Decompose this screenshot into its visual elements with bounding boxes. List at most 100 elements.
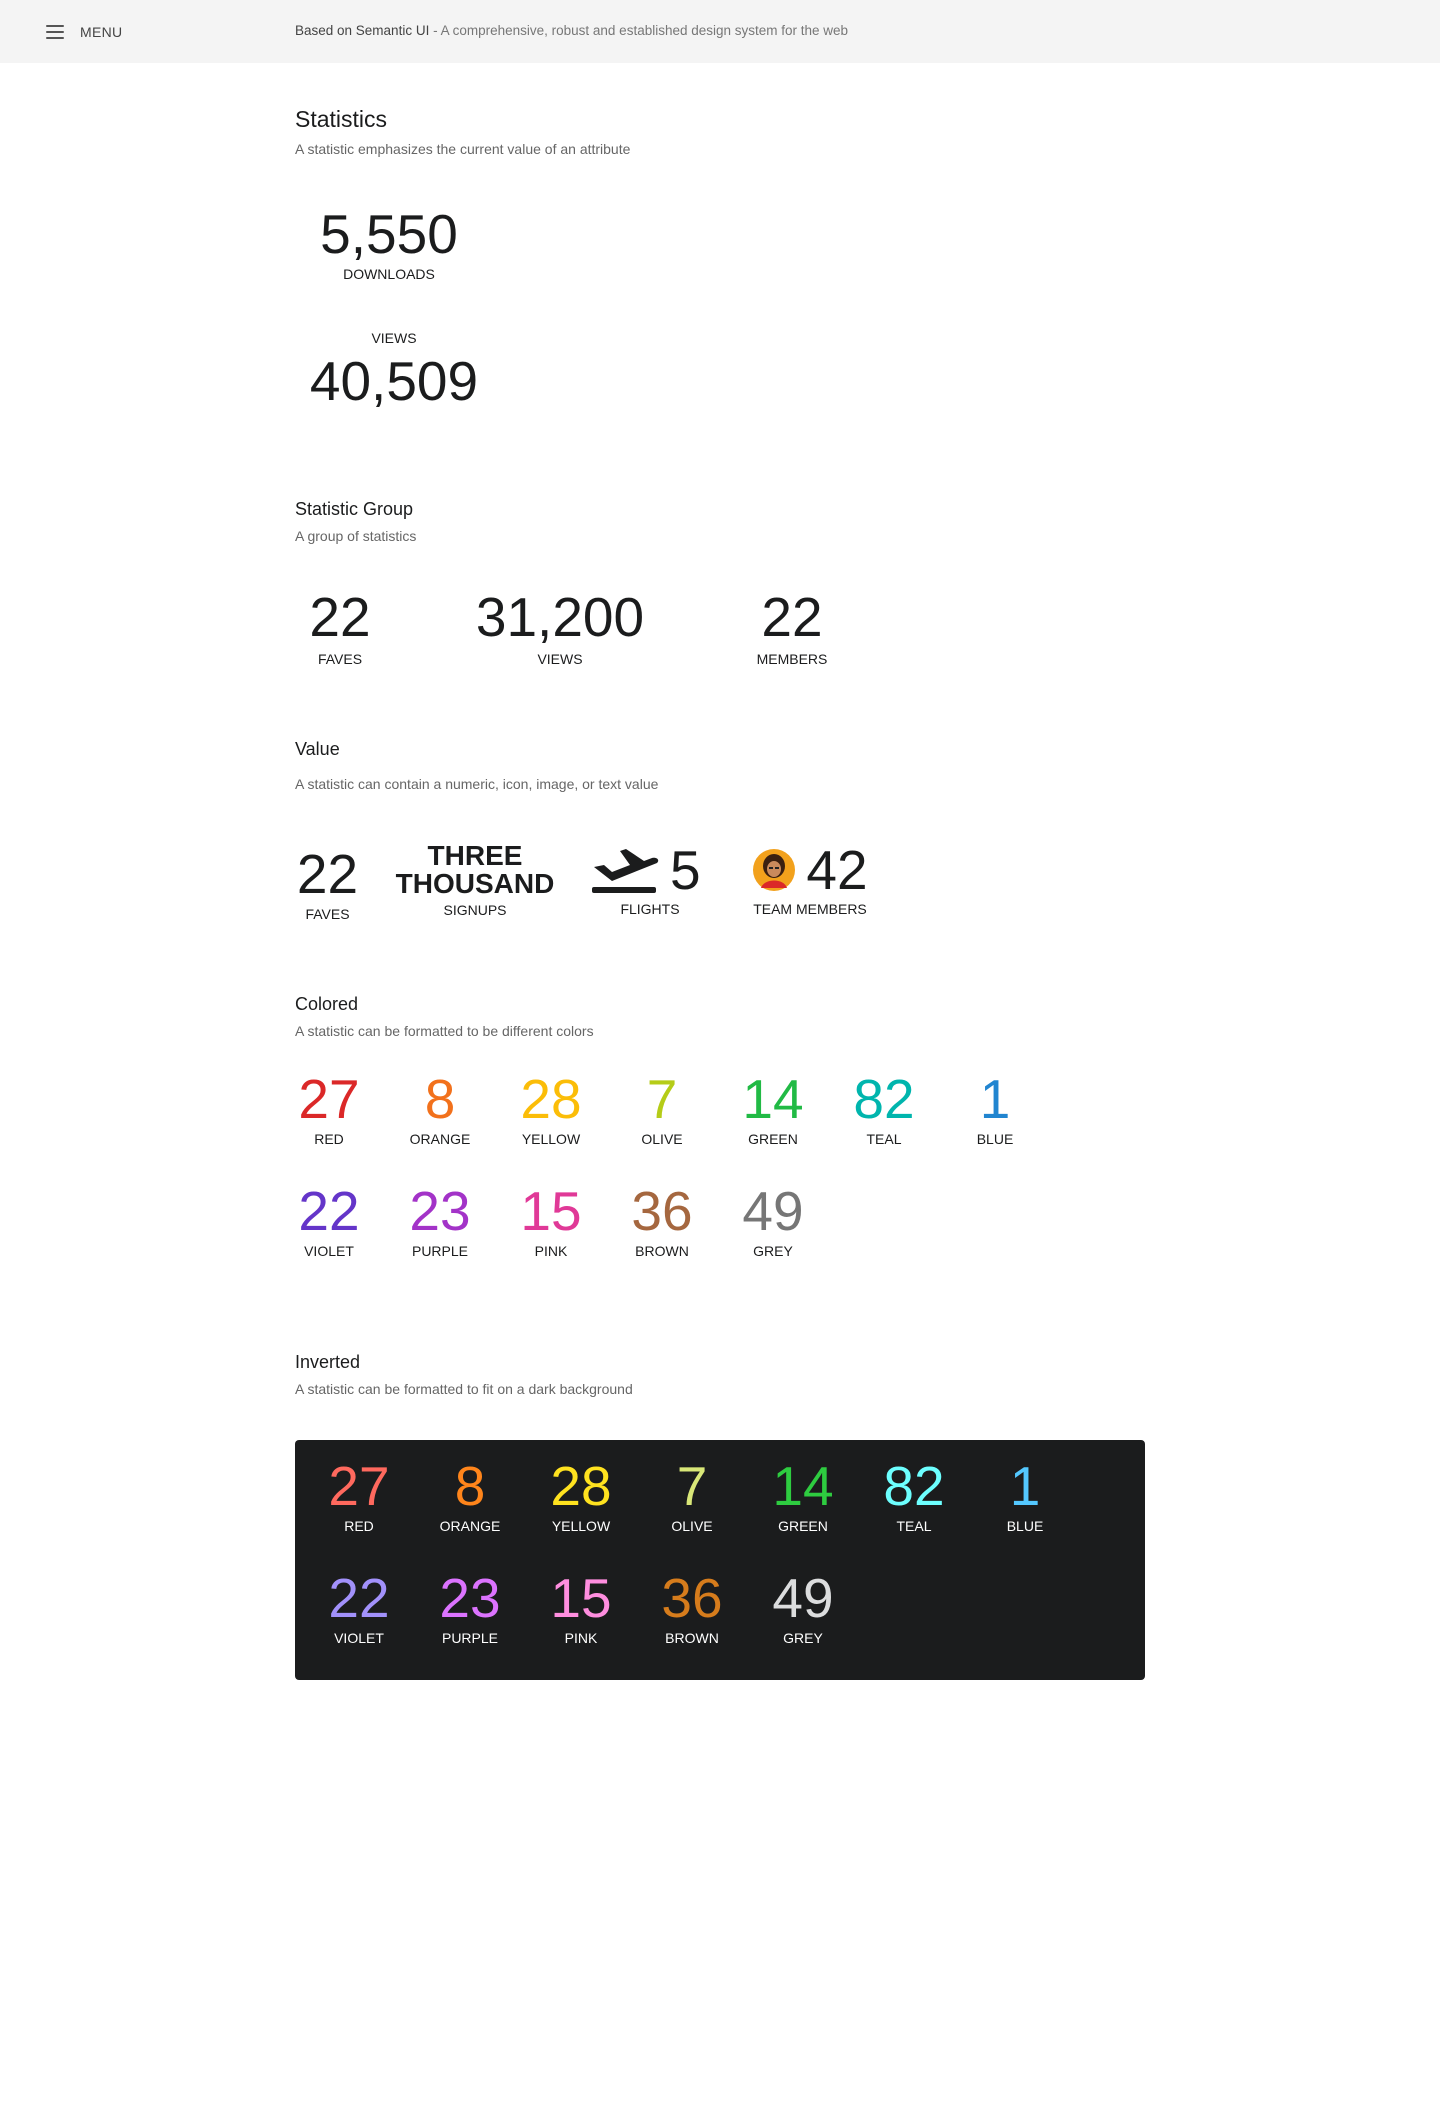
inverted-statistic-red: 27 RED	[314, 1455, 404, 1535]
inverted-statistic-yellow: 28 YELLOW	[536, 1455, 626, 1535]
inverted-statistic-purple: 23 PURPLE	[425, 1571, 515, 1647]
statistic-label: PINK	[564, 1630, 598, 1646]
hamburger-icon	[46, 25, 64, 39]
statistic-label: FLIGHTS	[620, 901, 680, 917]
colored-statistic-teal: 82 TEAL	[839, 1068, 929, 1148]
value-statistic-signups: THREE THOUSAND SIGNUPS	[390, 840, 560, 919]
statistic-value: 8	[424, 1068, 456, 1130]
statistic-label: BLUE	[976, 1131, 1014, 1147]
statistic-group-section: Statistic Group A group of statistics	[295, 499, 416, 544]
statistic-label: GREEN	[748, 1131, 798, 1147]
statistic-value: 40,509	[309, 350, 479, 412]
section-description: A statistic can be formatted to fit on a…	[295, 1381, 633, 1397]
statistic-value: 14	[772, 1455, 834, 1517]
statistic-value: 7	[646, 1068, 678, 1130]
colored-statistic-pink: 15 PINK	[506, 1180, 596, 1260]
statistic-value: 49	[742, 1180, 804, 1242]
statistic-label: PINK	[534, 1243, 568, 1259]
inverted-section: Inverted A statistic can be formatted to…	[295, 1352, 633, 1397]
statistic-value: 22	[296, 843, 359, 905]
statistic-label: YELLOW	[521, 1131, 581, 1147]
statistic-label: BROWN	[665, 1630, 719, 1646]
section-title: Statistic Group	[295, 499, 414, 519]
section-description: A statistic can be formatted to be diffe…	[295, 1023, 594, 1039]
views-statistic: VIEWS 40,509	[305, 330, 483, 409]
statistic-value: 27	[298, 1068, 360, 1130]
statistic-label: OLIVE	[641, 1131, 683, 1147]
colored-statistic-yellow: 28 YELLOW	[506, 1068, 596, 1148]
statistic-label: GREY	[753, 1243, 793, 1259]
section-title: Value	[295, 739, 340, 759]
statistic-value: 82	[883, 1455, 945, 1517]
inverted-statistic-brown: 36 BROWN	[647, 1567, 737, 1647]
statistic-value: 82	[853, 1068, 915, 1130]
statistic-label: VIOLET	[334, 1630, 384, 1646]
inverted-statistic-orange: 8 ORANGE	[425, 1459, 515, 1535]
value-statistic-faves: 22 FAVES	[290, 843, 365, 923]
statistic-label: FAVES	[317, 651, 363, 667]
colored-statistic-purple: 23 PURPLE	[395, 1180, 485, 1260]
statistic-label: PURPLE	[441, 1630, 499, 1646]
statistic-label: ORANGE	[409, 1131, 471, 1147]
statistic-value: 22	[298, 1180, 360, 1242]
statistic-value: 22	[309, 586, 371, 648]
statistic-value: 28	[550, 1455, 612, 1517]
colored-statistic-brown: 36 BROWN	[617, 1180, 707, 1260]
section-description: A group of statistics	[295, 528, 417, 544]
group-statistic-members: 22 MEMBERS	[747, 586, 837, 668]
colored-statistic-violet: 22 VIOLET	[284, 1180, 374, 1260]
statistic-value: 5	[670, 838, 701, 901]
colored-statistic-olive: 7 OLIVE	[617, 1068, 707, 1148]
statistic-label: GREEN	[778, 1518, 828, 1534]
statistic-label: PURPLE	[411, 1243, 469, 1259]
statistic-value: 28	[520, 1068, 582, 1130]
statistic-label: GREY	[783, 1630, 823, 1646]
statistic-label: ORANGE	[439, 1518, 501, 1534]
statistic-value: 23	[409, 1180, 471, 1242]
colored-statistic-red: 27 RED	[284, 1068, 374, 1148]
tagline-rest: - A comprehensive, robust and establishe…	[429, 23, 849, 38]
menu-label: MENU	[80, 24, 123, 40]
statistic-label: SIGNUPS	[443, 902, 507, 918]
inverted-statistic-green: 14 GREEN	[758, 1455, 848, 1535]
group-statistic-faves: 22 FAVES	[295, 586, 385, 668]
text-value-line1: THREE	[427, 840, 523, 871]
statistic-value: 1	[1009, 1455, 1041, 1517]
statistic-value: 14	[742, 1068, 804, 1130]
top-bar: MENU Based on Semantic UI - A comprehens…	[0, 0, 1440, 63]
colored-statistic-grey: 49 GREY	[728, 1180, 818, 1260]
statistic-label: DOWNLOADS	[343, 266, 435, 282]
statistic-value: 31,200	[475, 586, 645, 648]
value-statistic-flights: 5 FLIGHTS	[590, 838, 710, 917]
menu-button[interactable]: MENU	[46, 20, 122, 44]
statistic-value: 36	[661, 1567, 723, 1629]
statistic-value: 15	[520, 1180, 582, 1242]
statistic-label: VIEWS	[537, 651, 583, 667]
statistic-label: YELLOW	[551, 1518, 611, 1534]
statistic-label: VIOLET	[304, 1243, 354, 1259]
inverted-statistic-blue: 1 BLUE	[980, 1455, 1070, 1535]
inverted-statistic-grey: 49 GREY	[758, 1571, 848, 1647]
plane-icon	[592, 849, 659, 893]
section-title: Colored	[295, 994, 359, 1014]
statistics-section: Statistics A statistic emphasizes the cu…	[295, 106, 630, 157]
text-value-line2: THOUSAND	[395, 868, 555, 899]
statistic-label: TEAL	[896, 1518, 932, 1534]
avatar	[753, 849, 796, 891]
statistic-value: 1	[979, 1068, 1011, 1130]
statistic-value: 5,550	[320, 203, 458, 265]
colored-statistic-orange: 8 ORANGE	[395, 1068, 485, 1148]
statistic-label: FAVES	[305, 906, 350, 922]
statistic-label: TEAM MEMBERS	[753, 901, 867, 917]
topbar-tagline: Based on Semantic UI - A comprehensive, …	[295, 23, 848, 38]
statistic-value: 22	[761, 586, 823, 648]
statistic-value: 36	[631, 1180, 693, 1242]
inverted-statistic-olive: 7 OLIVE	[647, 1459, 737, 1535]
section-title: Inverted	[295, 1352, 361, 1372]
inverted-statistic-teal: 82 TEAL	[869, 1455, 959, 1535]
statistic-label: VIEWS	[371, 330, 417, 346]
statistic-label: OLIVE	[671, 1518, 713, 1534]
statistic-label: RED	[344, 1518, 374, 1534]
statistic-value: 27	[328, 1455, 390, 1517]
statistic-label: TEAL	[866, 1131, 902, 1147]
